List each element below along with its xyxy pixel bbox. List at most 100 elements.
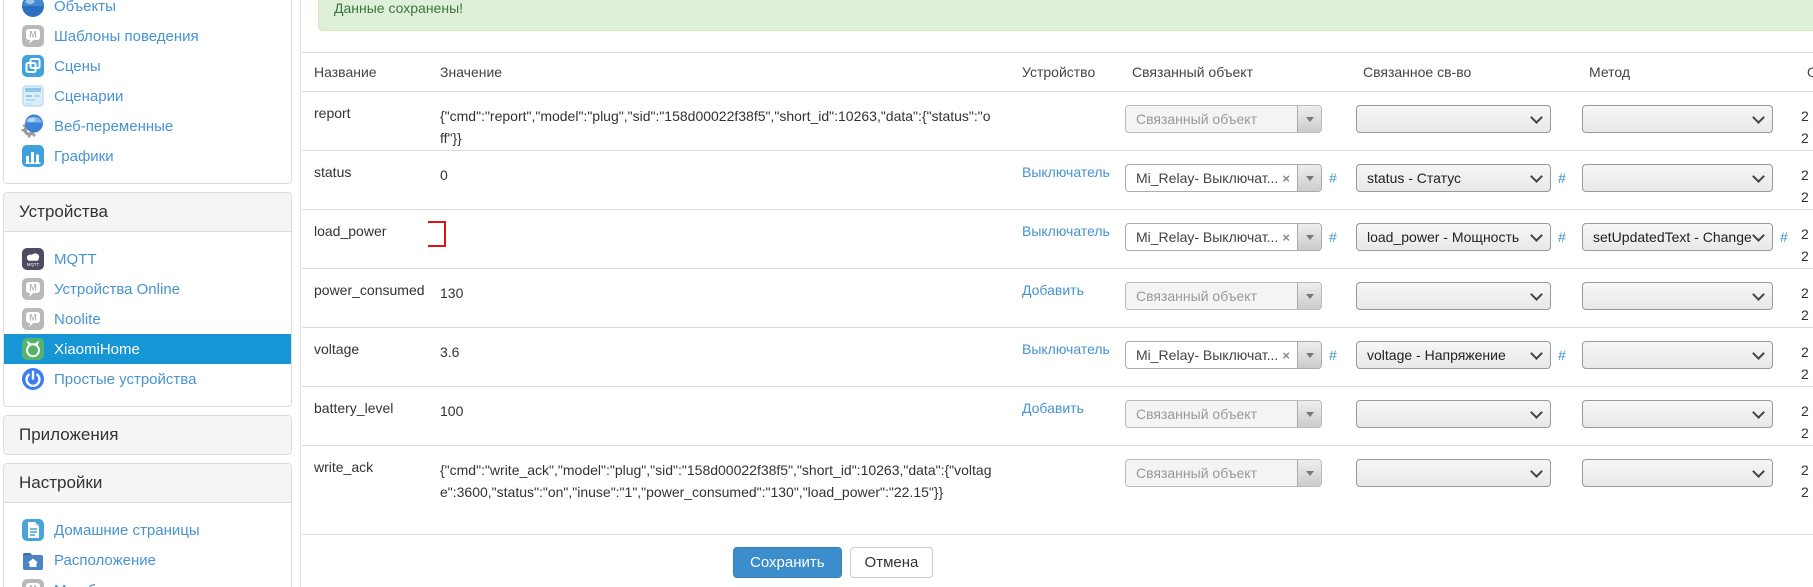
combobox-dropdown-button[interactable] [1297,401,1321,427]
combobox-dropdown-button[interactable] [1297,342,1321,368]
property-name: battery_level [302,387,428,446]
web-globe-gear-icon [21,114,45,138]
linked-property-select[interactable]: status - Статус [1356,164,1551,192]
object-hash-link[interactable]: # [1329,164,1337,192]
select-value: setUpdatedText - Change [1593,229,1754,245]
sidebar-item-charts[interactable]: Графики [4,141,291,171]
sidebar-list-main-menu: ОбъектыMШаблоны поведенияСценыСценарии Ве… [4,0,291,183]
sidebar-item-label: Шаблоны поведения [54,28,199,45]
col-header-method: Метод [1577,53,1795,92]
combobox-value: Mi_Relay- Выключат... [1126,229,1278,245]
combobox-dropdown-button[interactable] [1297,224,1321,250]
linked-object-combobox[interactable]: Связанный объект [1125,400,1322,428]
property-hash-link[interactable]: # [1558,341,1566,369]
combobox-dropdown-button[interactable] [1297,460,1321,486]
linked-property-select[interactable] [1356,282,1551,310]
linked-object-combobox[interactable]: Связанный объект [1125,282,1322,310]
property-value: 3.6 [428,328,1010,387]
table-row-status: status 0 Выключатель Mi_Relay- Выключат.… [302,151,1813,210]
col-header-linked-property: Связанное св-во [1351,53,1577,92]
device-cell [1010,446,1120,535]
sidebar-panel-main-menu: ОбъектыMШаблоны поведенияСценыСценарии Ве… [3,0,292,184]
section-heading-applications[interactable]: Приложения [4,416,291,454]
sidebar-item-my-blocks[interactable]: MМои блоки [4,575,291,587]
linked-object-combobox[interactable]: Связанный объект [1125,459,1322,487]
property-value: {"cmd":"write_ack","model":"plug","sid":… [428,446,1010,535]
sidebar-item-behavior-templates[interactable]: MШаблоны поведения [4,21,291,51]
device-link[interactable]: Выключатель [1022,164,1110,180]
sidebar: ОбъектыMШаблоны поведенияСценыСценарииВе… [0,0,301,587]
sidebar-item-home-pages[interactable]: Домашние страницы [4,515,291,545]
device-link[interactable]: Добавить [1022,282,1084,298]
combobox-dropdown-button[interactable] [1297,165,1321,191]
updated-cell-clipped: 22 [1795,387,1813,446]
combobox-dropdown-button[interactable] [1297,106,1321,132]
object-hash-link[interactable]: # [1329,341,1337,369]
sidebar-list-settings: Домашние страницы РасположениеMМои блоки [4,503,291,587]
sidebar-item-label: Домашние страницы [54,522,200,539]
property-hash-link[interactable]: # [1558,223,1566,251]
object-hash-link[interactable]: # [1329,223,1337,251]
sidebar-item-mqtt[interactable]: MQTTMQTT [4,244,291,274]
device-link[interactable]: Выключатель [1022,341,1110,357]
method-select[interactable]: setUpdatedText - Change [1582,223,1773,251]
clear-icon[interactable]: × [1278,230,1297,245]
method-select[interactable] [1582,459,1773,487]
linked-object-combobox[interactable]: Связанный объект [1125,105,1322,133]
method-select[interactable] [1582,282,1773,310]
linked-property-select[interactable] [1356,105,1551,133]
property-hash-link[interactable]: # [1558,164,1566,192]
method-select[interactable] [1582,105,1773,133]
sidebar-item-label: Noolite [54,311,101,328]
method-select[interactable] [1582,164,1773,192]
method-select[interactable] [1582,400,1773,428]
combobox-dropdown-button[interactable] [1297,283,1321,309]
cancel-button[interactable]: Отмена [850,547,934,578]
linked-property-select[interactable]: voltage - Напряжение [1356,341,1551,369]
linked-property-select[interactable]: load_power - Мощность [1356,223,1551,251]
property-name: power_consumed [302,269,428,328]
linked-object-combobox[interactable]: Mi_Relay- Выключат... × [1125,164,1322,192]
table-header-row: Название Значение Устройство Связанный о… [302,53,1813,92]
combobox-placeholder: Связанный объект [1126,465,1297,481]
sidebar-item-simple-devices[interactable]: Простые устройства [4,364,291,394]
updated-cell-clipped: 22 [1795,269,1813,328]
method-select[interactable] [1582,341,1773,369]
linked-object-combobox[interactable]: Mi_Relay- Выключат... × [1125,341,1322,369]
device-link[interactable]: Выключатель [1022,223,1110,239]
linked-property-select[interactable] [1356,400,1551,428]
table-row-report: report {"cmd":"report","model":"plug","s… [302,92,1813,151]
sidebar-item-label: Веб-переменные [54,118,173,135]
linked-property-select[interactable] [1356,459,1551,487]
sidebar-item-scripts[interactable]: Сценарии [4,81,291,111]
mqtt-cloud-icon: MQTT [21,247,45,271]
sidebar-item-noolite[interactable]: MNoolite [4,304,291,334]
sidebar-item-label: XiaomiHome [54,341,140,358]
globe-icon [21,0,45,18]
chevron-down-icon [1752,406,1765,419]
sidebar-item-web-variables[interactable]: Веб-переменные [4,111,291,141]
clear-icon[interactable]: × [1278,348,1297,363]
section-heading-settings[interactable]: Настройки [4,464,291,503]
annotation-red-box: 0.00 [428,221,446,247]
section-heading-devices[interactable]: Устройства [4,193,291,232]
chevron-down-icon [1306,176,1314,181]
col-header-device: Устройство [1010,53,1120,92]
chevron-down-icon [1306,412,1314,417]
col-header-linked-object: Связанный объект [1120,53,1351,92]
save-button[interactable]: Сохранить [733,547,842,578]
sidebar-item-scenes[interactable]: Сцены [4,51,291,81]
scenes-icon [21,54,45,78]
sidebar-item-devices-online[interactable]: MУстройства Online [4,274,291,304]
device-link[interactable]: Добавить [1022,400,1084,416]
clear-icon[interactable]: × [1278,171,1297,186]
linked-object-combobox[interactable]: Mi_Relay- Выключат... × [1125,223,1322,251]
method-hash-link[interactable]: # [1780,223,1788,251]
chevron-down-icon [1752,465,1765,478]
svg-text:M: M [29,584,37,587]
sidebar-item-objects[interactable]: Объекты [4,0,291,21]
document-icon [21,518,45,542]
updated-cell-clipped: 22 [1795,210,1813,269]
sidebar-item-xiaomihome[interactable]: XiaomiHome [4,334,291,364]
sidebar-item-location[interactable]: Расположение [4,545,291,575]
